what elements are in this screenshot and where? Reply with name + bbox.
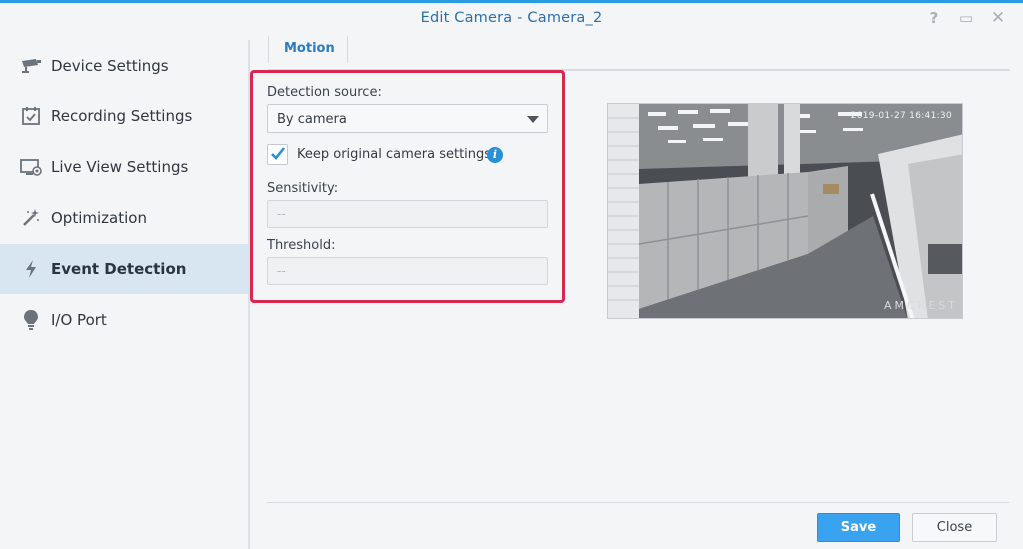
bulb-icon — [20, 309, 42, 331]
save-button[interactable]: Save — [817, 513, 900, 542]
checkmark-icon — [271, 147, 286, 160]
tab-divider — [347, 36, 348, 63]
sidebar-item-event-detection[interactable]: Event Detection — [0, 244, 248, 294]
info-icon[interactable]: i — [487, 147, 503, 163]
sidebar-item-label: Live View Settings — [51, 158, 189, 176]
threshold-label: Threshold: — [267, 238, 336, 253]
threshold-value: -- — [277, 264, 286, 278]
close-button[interactable]: Close — [912, 513, 997, 542]
lightning-icon — [20, 258, 42, 280]
sidebar: Device Settings Recording Settings Live … — [0, 40, 248, 549]
calendar-check-icon — [20, 105, 42, 127]
preview-timestamp: 2019-01-27 16:41:30 — [850, 111, 952, 121]
tab-label: Motion — [284, 41, 335, 56]
footer-divider — [267, 502, 1009, 503]
keep-settings-checkbox[interactable] — [267, 144, 288, 165]
sidebar-item-label: Optimization — [51, 209, 147, 227]
maximize-icon[interactable]: ▭ — [956, 8, 976, 28]
sidebar-item-optimization[interactable]: Optimization — [0, 193, 248, 243]
sensitivity-label: Sensitivity: — [267, 181, 339, 196]
detection-source-select[interactable]: By camera — [267, 104, 548, 133]
sidebar-item-live-view-settings[interactable]: Live View Settings — [0, 142, 248, 192]
magic-wand-icon — [20, 207, 42, 229]
sidebar-item-label: Recording Settings — [51, 107, 193, 125]
monitor-icon — [20, 156, 42, 178]
sidebar-item-label: I/O Port — [51, 311, 107, 329]
close-icon[interactable]: ✕ — [988, 8, 1008, 28]
sidebar-item-recording-settings[interactable]: Recording Settings — [0, 91, 248, 141]
sensitivity-value: -- — [277, 207, 286, 221]
sidebar-item-device-settings[interactable]: Device Settings — [0, 41, 248, 91]
window-title: Edit Camera - Camera_2 — [420, 10, 603, 26]
chevron-down-icon — [527, 116, 539, 123]
sidebar-item-io-port[interactable]: I/O Port — [0, 295, 248, 345]
detection-source-value: By camera — [277, 112, 347, 127]
help-icon[interactable]: ? — [924, 8, 944, 28]
sidebar-item-label: Device Settings — [51, 57, 169, 75]
detection-source-label: Detection source: — [267, 85, 382, 100]
window-top-accent — [0, 0, 1023, 3]
sidebar-item-label: Event Detection — [51, 260, 187, 278]
keep-settings-label: Keep original camera settings — [297, 147, 492, 162]
threshold-input: -- — [267, 257, 548, 285]
sensitivity-input: -- — [267, 200, 548, 228]
camera-preview: 2019-01-27 16:41:30 AMCREST — [607, 103, 963, 319]
camera-icon — [20, 55, 42, 77]
camera-snapshot — [608, 104, 962, 318]
tab-motion[interactable]: Motion — [268, 36, 348, 66]
preview-brand: AMCREST — [884, 299, 958, 312]
